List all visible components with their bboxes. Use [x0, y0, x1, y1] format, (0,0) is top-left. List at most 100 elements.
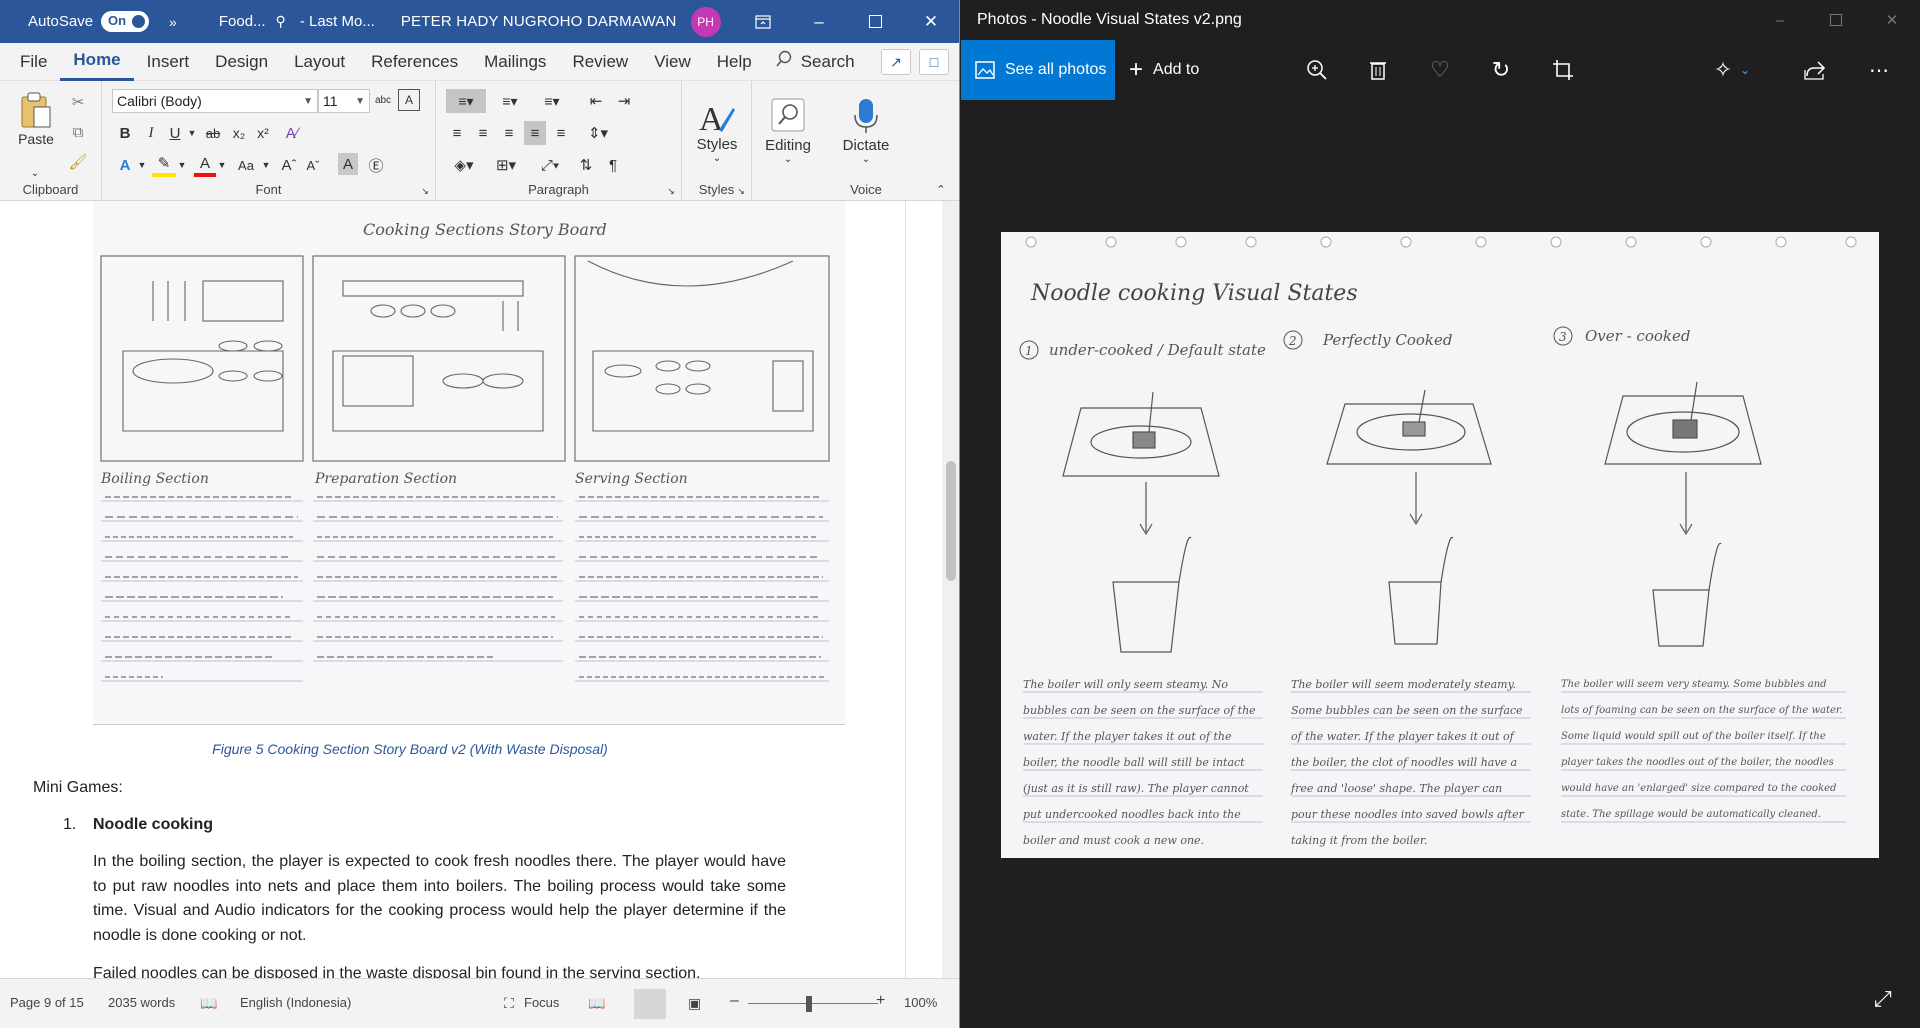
font-dialog-launcher-icon[interactable]: ↘ [419, 185, 431, 197]
zoom-out-icon[interactable]: – [730, 992, 739, 1010]
shrink-font-icon[interactable]: Aˇ [302, 153, 324, 177]
vertical-scrollbar[interactable] [942, 201, 959, 978]
tab-view[interactable]: View [641, 43, 704, 81]
zoom-slider-track[interactable] [748, 1003, 878, 1004]
font-size-dropdown[interactable]: 11 ▼ [318, 89, 370, 113]
bullets-icon[interactable]: ≡▾ [446, 89, 486, 113]
align-center-icon[interactable]: ≡ [472, 121, 494, 145]
web-layout-icon[interactable]: ▣ [688, 995, 701, 1012]
page-indicator[interactable]: Page 9 of 15 [10, 995, 84, 1010]
photos-minimize-icon[interactable]: – [1752, 0, 1808, 40]
scrollbar-thumb[interactable] [946, 461, 956, 581]
tab-design[interactable]: Design [202, 43, 281, 81]
minimize-icon[interactable]: – [791, 0, 847, 43]
avatar[interactable]: PH [690, 6, 721, 37]
favorite-icon[interactable]: ♡ [1424, 54, 1456, 86]
crop-icon[interactable] [1547, 54, 1579, 86]
photo-viewer-image[interactable]: Noodle cooking Visual States 1 under-coo… [1001, 232, 1879, 858]
photos-close-icon[interactable]: ✕ [1864, 0, 1920, 40]
tab-help[interactable]: Help [704, 43, 765, 81]
tab-review[interactable]: Review [559, 43, 641, 81]
underline-dropdown-icon[interactable]: ▼ [186, 121, 198, 145]
underline-icon[interactable]: U [164, 121, 186, 145]
paste-button[interactable]: Paste [14, 89, 58, 149]
print-layout-icon[interactable] [634, 989, 666, 1019]
tab-file[interactable]: File [0, 43, 60, 81]
tab-references[interactable]: References [358, 43, 471, 81]
align-right-icon[interactable]: ≡ [498, 121, 520, 145]
styles-dialog-launcher-icon[interactable]: ↘ [735, 185, 747, 197]
distributed-icon[interactable]: ≡ [550, 121, 572, 145]
justify-icon[interactable]: ≡ [524, 121, 546, 145]
font-case-icon[interactable]: Aa [232, 153, 260, 177]
font-name-dropdown[interactable]: Calibri (Body) ▼ [112, 89, 318, 113]
text-effects-icon[interactable]: A [114, 153, 136, 177]
delete-icon[interactable] [1362, 54, 1394, 86]
line-spacing-icon[interactable]: ⇕▾ [580, 121, 616, 145]
edit-dropdown-icon[interactable]: ⌄ [1729, 54, 1761, 86]
asian-layout-icon[interactable]: ⤢▾ [532, 153, 568, 177]
text-effects-clear-icon[interactable]: A∕ [280, 121, 304, 145]
autosave-toggle[interactable]: On [101, 11, 150, 32]
decrease-indent-icon[interactable]: ⇤ [584, 89, 608, 113]
cut-icon[interactable]: ✂ [66, 91, 90, 113]
multilevel-list-icon[interactable]: ≡▾ [534, 89, 570, 113]
styles-button[interactable]: A Styles ⌄ [688, 89, 746, 173]
font-color-dropdown-icon[interactable]: ▼ [216, 153, 228, 177]
paste-dropdown-icon[interactable]: ⌄ [28, 165, 42, 181]
document-page[interactable]: Cooking Sections Story Board Boiling Sec… [0, 201, 905, 978]
fullscreen-icon[interactable]: ⤢ [1874, 986, 1902, 1014]
comments-button[interactable]: □ [919, 49, 949, 75]
strikethrough-icon[interactable]: ab [200, 121, 226, 145]
focus-icon[interactable]: ⛶ [504, 995, 514, 1012]
sort-icon[interactable]: ⇅ [574, 153, 598, 177]
format-painter-icon[interactable]: 🖌 [66, 151, 90, 173]
grow-font-icon[interactable]: Aˆ [278, 153, 300, 177]
ribbon-display-options-icon[interactable] [735, 0, 791, 43]
photos-maximize-icon[interactable] [1808, 0, 1864, 40]
tab-insert[interactable]: Insert [134, 43, 203, 81]
autosave-control[interactable]: AutoSave On [28, 11, 150, 32]
word-count[interactable]: 2035 words [108, 995, 175, 1010]
proofing-icon[interactable]: 📖 [200, 995, 217, 1012]
share-icon[interactable] [1799, 54, 1831, 86]
font-color-icon[interactable]: A [194, 153, 216, 177]
zoom-level[interactable]: 100% [904, 995, 937, 1010]
italic-icon[interactable]: I [140, 121, 162, 145]
editing-button[interactable]: Editing ⌄ [760, 89, 816, 173]
superscript-icon[interactable]: x² [252, 121, 274, 145]
tab-mailings[interactable]: Mailings [471, 43, 559, 81]
see-all-photos-button[interactable]: See all photos [961, 40, 1115, 100]
last-modified-label[interactable]: - Last Mo... [300, 13, 375, 30]
collapse-ribbon-icon[interactable]: ⌃ [933, 182, 949, 196]
highlight-icon[interactable]: ✎ [152, 153, 176, 177]
language-indicator[interactable]: English (Indonesia) [240, 995, 351, 1010]
font-case-dropdown-icon[interactable]: ▼ [260, 153, 272, 177]
borders-icon[interactable]: ⊞▾ [488, 153, 524, 177]
zoom-icon[interactable] [1301, 54, 1333, 86]
shading-icon[interactable]: ◈▾ [446, 153, 482, 177]
tab-home[interactable]: Home [60, 43, 134, 81]
close-icon[interactable]: ✕ [903, 0, 959, 43]
dictate-button[interactable]: Dictate ⌄ [834, 89, 898, 173]
numbering-icon[interactable]: ≡▾ [492, 89, 528, 113]
share-button[interactable]: ↗ [881, 49, 911, 75]
subscript-icon[interactable]: x₂ [228, 121, 250, 145]
change-case-icon[interactable]: abc [372, 89, 394, 111]
increase-indent-icon[interactable]: ⇥ [612, 89, 636, 113]
show-formatting-marks-icon[interactable]: ¶ [602, 153, 624, 177]
maximize-icon[interactable] [847, 0, 903, 43]
paragraph-dialog-launcher-icon[interactable]: ↘ [665, 185, 677, 197]
copy-icon[interactable]: ⧉ [66, 121, 90, 143]
zoom-slider-thumb[interactable] [806, 996, 812, 1012]
more-options-icon[interactable]: ⋯ [1863, 54, 1895, 86]
quick-access-more-button[interactable]: » [169, 14, 177, 30]
character-shading-icon[interactable]: A [338, 153, 358, 175]
add-to-button[interactable]: + Add to [1129, 40, 1199, 100]
text-effects-dropdown-icon[interactable]: ▼ [136, 153, 148, 177]
highlight-dropdown-icon[interactable]: ▼ [176, 153, 188, 177]
rotate-icon[interactable]: ↻ [1485, 54, 1517, 86]
align-left-icon[interactable]: ≡ [446, 121, 468, 145]
zoom-in-icon[interactable]: + [876, 992, 885, 1010]
document-name[interactable]: Food... [219, 13, 266, 30]
